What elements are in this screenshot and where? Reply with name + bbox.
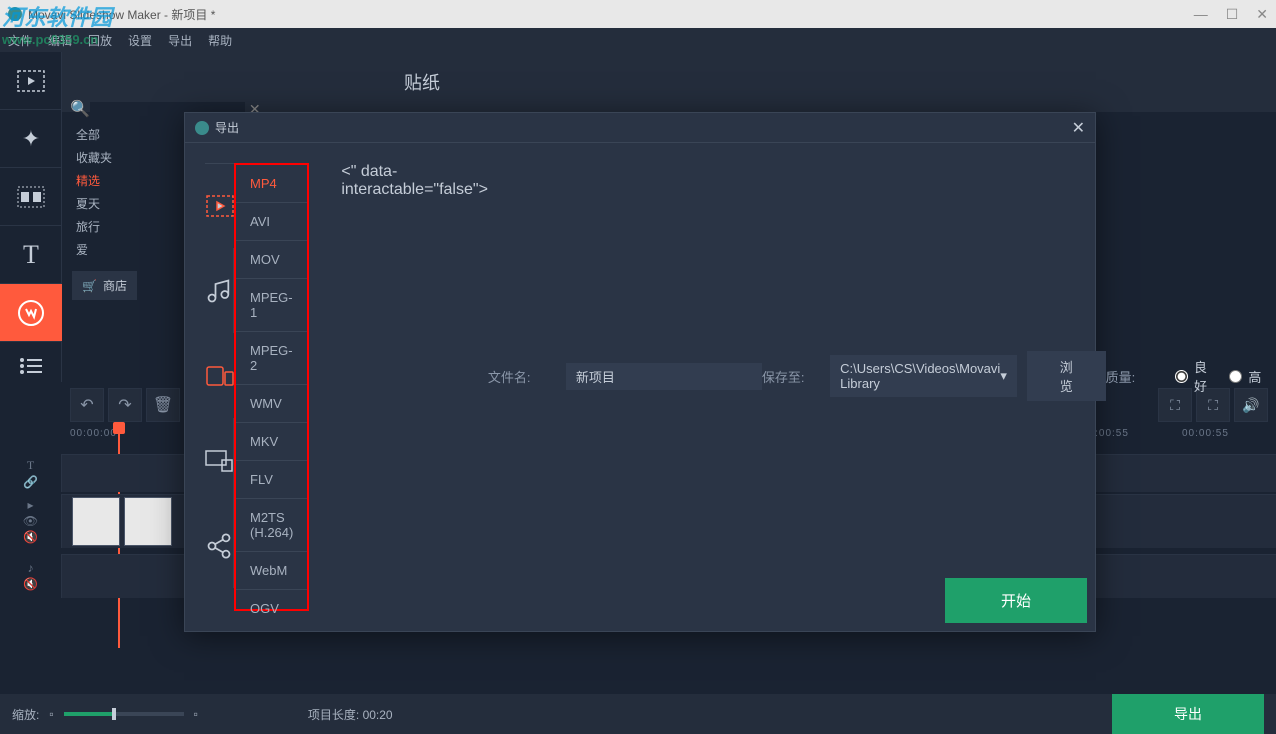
cart-icon: 🛒 xyxy=(82,279,97,293)
dialog-title: 导出 xyxy=(215,119,1072,136)
clip-2[interactable] xyxy=(124,497,172,546)
quality-label: 质量: xyxy=(1106,367,1175,386)
zoom-out-icon[interactable]: ▫ xyxy=(49,707,53,721)
fmt-mov[interactable]: MOV xyxy=(236,241,307,279)
fmt-mkv[interactable]: MKV xyxy=(236,423,307,461)
eye-icon[interactable]: 👁 xyxy=(23,514,38,528)
browse-button[interactable]: 浏览 xyxy=(1027,351,1106,401)
menu-edit[interactable]: 编辑 xyxy=(48,32,72,49)
dialog-app-icon xyxy=(195,121,209,135)
zoom-label: 缩放: xyxy=(12,706,39,723)
video-track-icon: ▸ xyxy=(27,498,33,512)
tool-stickers[interactable] xyxy=(0,284,62,342)
ruler-time-0: 00:00:00 xyxy=(70,428,117,439)
fmt-wmv[interactable]: WMV xyxy=(236,385,307,423)
export-tabs xyxy=(205,163,234,611)
menu-export[interactable]: 导出 xyxy=(168,32,192,49)
tab-share[interactable] xyxy=(205,503,234,588)
maximize-button[interactable]: ☐ xyxy=(1226,6,1239,23)
tool-effects[interactable]: ✦ xyxy=(0,110,62,168)
fmt-ogv[interactable]: OGV xyxy=(236,590,307,627)
window-title: Movavi Slideshow Maker - 新项目 * xyxy=(28,6,1194,23)
fmt-mpeg2[interactable]: MPEG-2 xyxy=(236,332,307,385)
tool-media[interactable] xyxy=(0,52,62,110)
clip-1[interactable] xyxy=(72,497,120,546)
menubar: 文件 编辑 回放 设置 导出 帮助 xyxy=(0,28,1276,52)
tab-tv[interactable] xyxy=(205,418,234,503)
search-icon: 🔍 xyxy=(70,99,90,119)
fmt-avi[interactable]: AVI xyxy=(236,203,307,241)
titlebar: Movavi Slideshow Maker - 新项目 * — ☐ ✕ xyxy=(0,0,1276,28)
cat-travel[interactable]: 旅行 xyxy=(62,215,182,238)
menu-settings[interactable]: 设置 xyxy=(128,32,152,49)
format-list: MP4 AVI MOV MPEG-1 MPEG-2 WMV MKV FLV M2… xyxy=(234,163,309,611)
tab-audio[interactable] xyxy=(205,248,234,333)
tool-sidebar: ✦ T xyxy=(0,52,62,390)
chevron-down-icon: ▾ xyxy=(1000,368,1007,384)
minimize-button[interactable]: — xyxy=(1194,6,1208,23)
quality-high[interactable]: 高 xyxy=(1229,367,1261,386)
zoom-slider[interactable] xyxy=(64,712,184,716)
tool-transitions[interactable] xyxy=(0,168,62,226)
start-button[interactable]: 开始 xyxy=(945,578,1087,623)
saveto-label: 保存至: xyxy=(762,367,830,386)
link-icon[interactable]: 🔗 xyxy=(23,475,38,489)
cat-love[interactable]: 爱 xyxy=(62,238,182,261)
delete-button[interactable]: 🗑 xyxy=(146,388,180,422)
fmt-m2ts[interactable]: M2TS (H.264) xyxy=(236,499,307,552)
fmt-mpeg1[interactable]: MPEG-1 xyxy=(236,279,307,332)
tool-titles[interactable]: T xyxy=(0,226,62,284)
menu-playback[interactable]: 回放 xyxy=(88,32,112,49)
panel-title: 贴纸 xyxy=(404,69,440,95)
audio-track-icon: ♪ xyxy=(28,561,34,575)
fmt-flv[interactable]: FLV xyxy=(236,461,307,499)
dialog-close-button[interactable]: ✕ xyxy=(1072,118,1085,138)
menu-file[interactable]: 文件 xyxy=(8,32,32,49)
menu-help[interactable]: 帮助 xyxy=(208,32,232,49)
cat-summer[interactable]: 夏天 xyxy=(62,192,182,215)
bottombar: 缩放: ▫ ▫ 项目长度: 00:20 导出 xyxy=(0,694,1276,734)
close-button[interactable]: ✕ xyxy=(1256,6,1268,23)
zoom-in-icon[interactable]: ▫ xyxy=(194,707,198,721)
undo-button[interactable]: ↶ xyxy=(70,388,104,422)
mute-audio-icon[interactable]: 🔇 xyxy=(23,577,38,591)
title-track-icon: T xyxy=(27,458,34,473)
cat-featured[interactable]: 精选 xyxy=(62,169,182,192)
export-button[interactable]: 导出 xyxy=(1112,694,1264,734)
cat-all[interactable]: 全部 xyxy=(62,123,182,146)
shop-button[interactable]: 🛒商店 xyxy=(72,271,137,300)
export-dialog: 导出 ✕ MP4 AVI MOV MPEG-1 MPEG-2 WMV MKV F… xyxy=(184,112,1096,632)
fmt-webm[interactable]: WebM xyxy=(236,552,307,590)
app-icon xyxy=(8,7,22,21)
fmt-mp4[interactable]: MP4 xyxy=(236,165,307,203)
project-length-value: 00:20 xyxy=(363,708,393,722)
saveto-field[interactable]: C:\Users\CS\Videos\Movavi Library▾ xyxy=(830,355,1017,397)
tab-devices[interactable] xyxy=(205,333,234,418)
project-length-label: 项目长度: xyxy=(308,708,359,722)
tab-video[interactable] xyxy=(205,163,234,248)
filename-label: 文件名: xyxy=(488,367,566,386)
cat-fav[interactable]: 收藏夹 xyxy=(62,146,182,169)
mute-icon[interactable]: 🔇 xyxy=(23,530,38,544)
redo-button[interactable]: ↷ xyxy=(108,388,142,422)
filename-input[interactable] xyxy=(566,363,762,390)
quality-good[interactable]: 良好 xyxy=(1175,357,1211,395)
sticker-categories: 🔍 ✕ 全部 收藏夹 精选 夏天 旅行 爱 🛒商店 xyxy=(62,95,182,300)
